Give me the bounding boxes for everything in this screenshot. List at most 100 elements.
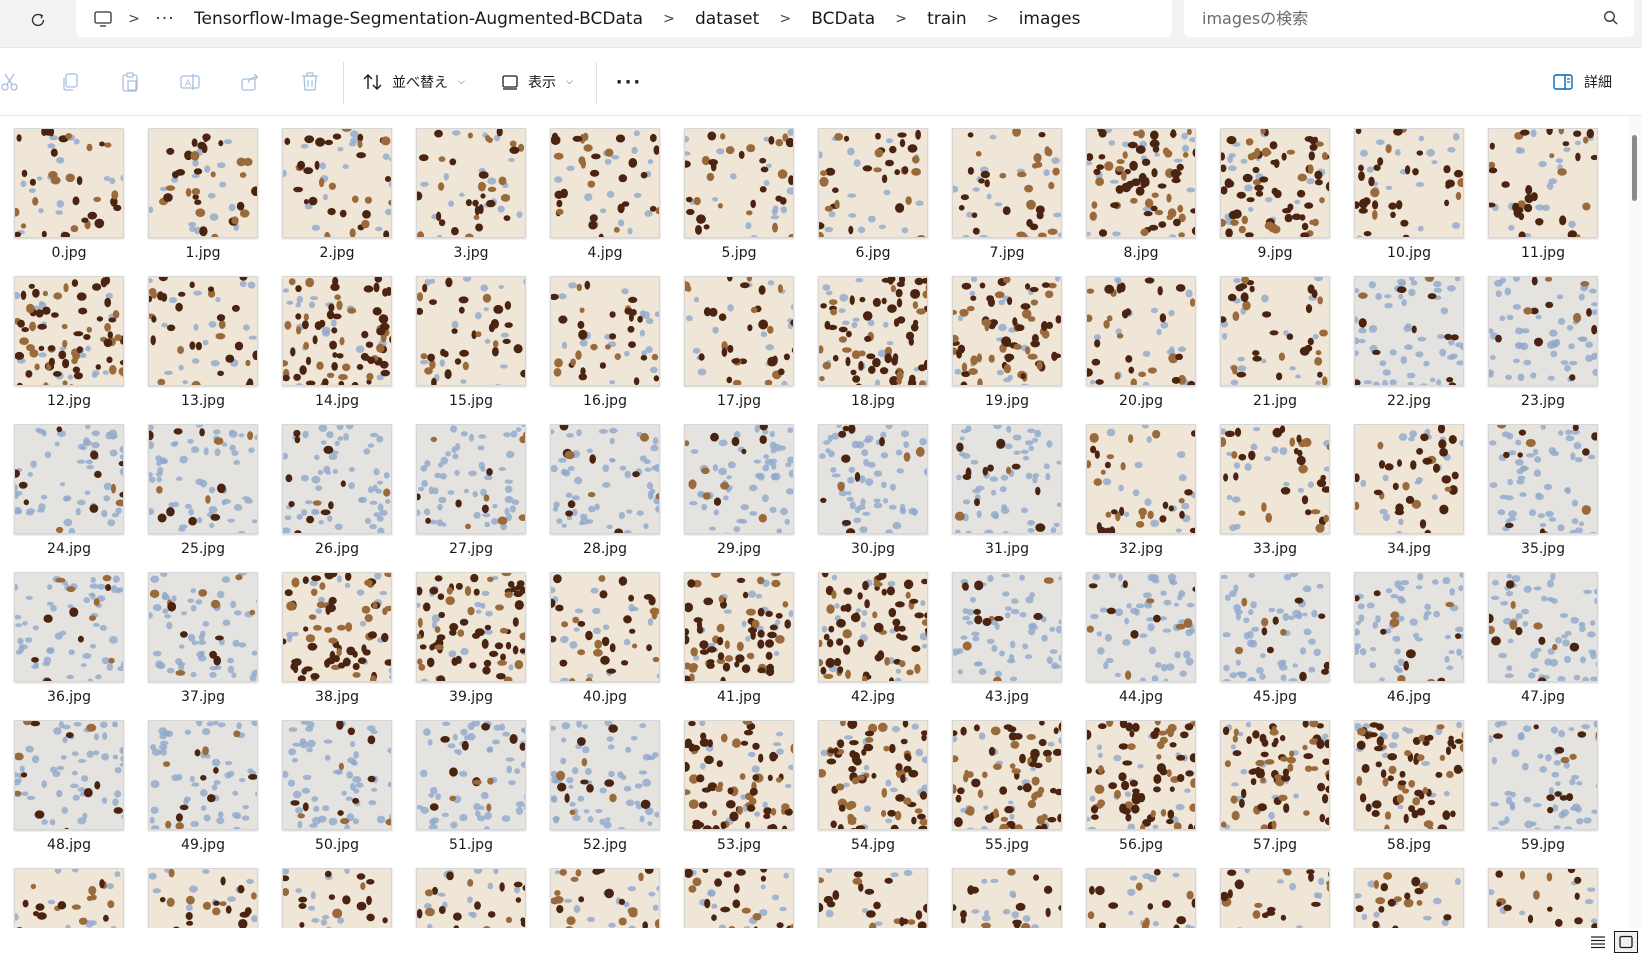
file-item[interactable]: 25.jpg (134, 410, 268, 558)
image-thumbnail[interactable] (818, 720, 928, 830)
file-item[interactable]: 59.jpg (1474, 706, 1608, 854)
image-thumbnail[interactable] (148, 276, 258, 386)
image-thumbnail[interactable] (1354, 720, 1464, 830)
image-thumbnail[interactable] (148, 720, 258, 830)
image-thumbnail[interactable] (14, 868, 124, 928)
file-item[interactable]: 14.jpg (268, 262, 402, 410)
delete-button[interactable] (298, 70, 322, 94)
file-item[interactable]: 29.jpg (670, 410, 804, 558)
breadcrumb[interactable]: > ··· Tensorflow-Image-Segmentation-Augm… (76, 0, 1172, 37)
file-item[interactable] (938, 854, 1072, 928)
search-box[interactable] (1184, 0, 1634, 37)
file-item[interactable]: 6.jpg (804, 117, 938, 262)
image-thumbnail[interactable] (148, 572, 258, 682)
image-thumbnail[interactable] (282, 276, 392, 386)
image-thumbnail[interactable] (148, 868, 258, 928)
file-item[interactable]: 20.jpg (1072, 262, 1206, 410)
file-item[interactable]: 16.jpg (536, 262, 670, 410)
image-thumbnail[interactable] (14, 720, 124, 830)
search-input[interactable] (1202, 9, 1582, 28)
image-thumbnail[interactable] (550, 128, 660, 238)
file-item[interactable] (402, 854, 536, 928)
chevron-right-icon[interactable]: > (649, 11, 689, 27)
file-item[interactable]: 1.jpg (134, 117, 268, 262)
file-item[interactable]: 23.jpg (1474, 262, 1608, 410)
image-thumbnail[interactable] (818, 868, 928, 928)
image-thumbnail[interactable] (684, 276, 794, 386)
image-thumbnail[interactable] (952, 868, 1062, 928)
file-item[interactable] (536, 854, 670, 928)
file-item[interactable]: 46.jpg (1340, 558, 1474, 706)
file-item[interactable]: 57.jpg (1206, 706, 1340, 854)
file-item[interactable]: 56.jpg (1072, 706, 1206, 854)
image-thumbnail[interactable] (1488, 276, 1598, 386)
image-thumbnail[interactable] (1220, 720, 1330, 830)
image-thumbnail[interactable] (1354, 572, 1464, 682)
image-thumbnail[interactable] (952, 424, 1062, 534)
image-thumbnail[interactable] (1354, 424, 1464, 534)
image-thumbnail[interactable] (1220, 128, 1330, 238)
image-thumbnail[interactable] (550, 720, 660, 830)
file-item[interactable]: 13.jpg (134, 262, 268, 410)
image-thumbnail[interactable] (1086, 868, 1196, 928)
file-item[interactable]: 36.jpg (0, 558, 134, 706)
file-item[interactable]: 17.jpg (670, 262, 804, 410)
image-thumbnail[interactable] (550, 276, 660, 386)
file-item[interactable] (1072, 854, 1206, 928)
file-item[interactable] (1340, 854, 1474, 928)
file-item[interactable]: 32.jpg (1072, 410, 1206, 558)
file-item[interactable] (1206, 854, 1340, 928)
paste-button[interactable] (118, 70, 142, 94)
breadcrumb-item-bcdata[interactable]: BCData (805, 9, 881, 29)
details-pane-button[interactable]: 詳細 (1552, 68, 1612, 96)
image-thumbnail[interactable] (818, 276, 928, 386)
image-thumbnail[interactable] (1220, 572, 1330, 682)
image-thumbnail[interactable] (684, 128, 794, 238)
image-thumbnail[interactable] (1086, 720, 1196, 830)
image-thumbnail[interactable] (148, 128, 258, 238)
image-thumbnail[interactable] (1488, 424, 1598, 534)
file-item[interactable]: 26.jpg (268, 410, 402, 558)
copy-button[interactable] (58, 70, 82, 94)
image-thumbnail[interactable] (416, 128, 526, 238)
image-thumbnail[interactable] (684, 424, 794, 534)
rename-button[interactable]: A (178, 70, 202, 94)
image-thumbnail[interactable] (416, 720, 526, 830)
file-item[interactable] (268, 854, 402, 928)
vertical-scrollbar[interactable] (1628, 117, 1642, 928)
cut-button[interactable] (0, 70, 22, 94)
chevron-right-icon[interactable]: > (765, 11, 805, 27)
image-thumbnail[interactable] (282, 868, 392, 928)
computer-icon[interactable] (92, 8, 114, 30)
large-icons-view-button[interactable] (1614, 930, 1638, 953)
image-thumbnail[interactable] (282, 572, 392, 682)
scrollbar-thumb[interactable] (1632, 135, 1637, 201)
image-thumbnail[interactable] (1220, 868, 1330, 928)
image-thumbnail[interactable] (1488, 572, 1598, 682)
file-item[interactable]: 44.jpg (1072, 558, 1206, 706)
chevron-right-icon[interactable]: > (973, 11, 1013, 27)
image-thumbnail[interactable] (148, 424, 258, 534)
file-item[interactable]: 55.jpg (938, 706, 1072, 854)
file-item[interactable]: 48.jpg (0, 706, 134, 854)
file-item[interactable]: 7.jpg (938, 117, 1072, 262)
file-item[interactable]: 45.jpg (1206, 558, 1340, 706)
breadcrumb-item-train[interactable]: train (921, 9, 973, 29)
image-thumbnail[interactable] (952, 128, 1062, 238)
file-item[interactable]: 9.jpg (1206, 117, 1340, 262)
image-thumbnail[interactable] (1086, 424, 1196, 534)
file-item[interactable]: 8.jpg (1072, 117, 1206, 262)
file-item[interactable]: 51.jpg (402, 706, 536, 854)
image-thumbnail[interactable] (416, 868, 526, 928)
file-item[interactable]: 39.jpg (402, 558, 536, 706)
image-thumbnail[interactable] (282, 720, 392, 830)
file-item[interactable]: 31.jpg (938, 410, 1072, 558)
file-item[interactable]: 19.jpg (938, 262, 1072, 410)
image-thumbnail[interactable] (818, 128, 928, 238)
file-item[interactable]: 28.jpg (536, 410, 670, 558)
file-item[interactable]: 35.jpg (1474, 410, 1608, 558)
image-thumbnail[interactable] (1354, 128, 1464, 238)
image-thumbnail[interactable] (818, 572, 928, 682)
image-thumbnail[interactable] (416, 424, 526, 534)
file-item[interactable]: 38.jpg (268, 558, 402, 706)
